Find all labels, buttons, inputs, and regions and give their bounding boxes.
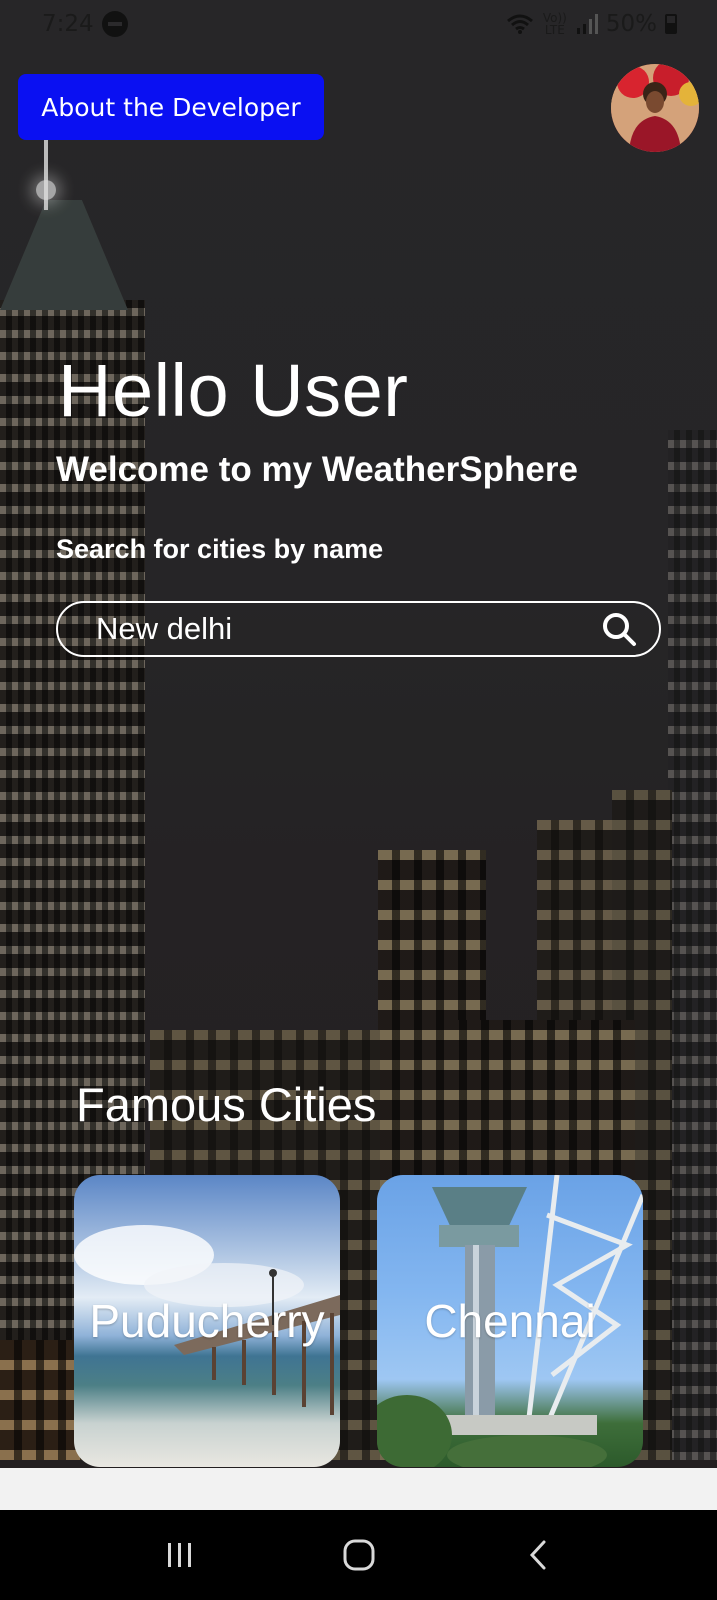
- signal-icon: [576, 14, 598, 34]
- do-not-disturb-icon: [101, 11, 128, 37]
- battery-icon: [665, 14, 677, 34]
- developer-avatar[interactable]: [611, 64, 699, 152]
- city-card-chennai[interactable]: Chennai: [377, 1175, 643, 1467]
- welcome-subheading: Welcome to my WeatherSphere: [56, 450, 578, 489]
- search-icon[interactable]: [601, 611, 637, 647]
- city-card-puducherry[interactable]: Puducherry: [74, 1175, 340, 1467]
- city-name-puducherry: Puducherry: [89, 1295, 325, 1347]
- battery-percent: 50%: [605, 11, 657, 37]
- city-name-chennai: Chennai: [424, 1295, 596, 1347]
- status-left: 7:24: [42, 11, 128, 37]
- greeting-heading: Hello User: [58, 349, 409, 432]
- search-label: Search for cities by name: [56, 534, 384, 564]
- status-bar: 7:24 Vo)) LTE 50%: [0, 0, 717, 48]
- search-input[interactable]: [96, 611, 601, 647]
- recents-icon: [167, 1543, 191, 1567]
- system-navigation-bar: [0, 1510, 717, 1600]
- status-time: 7:24: [42, 11, 94, 37]
- bottom-strip: [0, 1468, 717, 1510]
- famous-cities-heading: Famous Cities: [76, 1078, 377, 1131]
- back-icon: [529, 1540, 545, 1570]
- status-right: Vo)) LTE 50%: [506, 11, 677, 37]
- home-button[interactable]: [329, 1525, 389, 1585]
- about-developer-button[interactable]: About the Developer: [18, 74, 324, 140]
- volte-indicator: Vo)) LTE: [542, 11, 567, 37]
- home-icon: [343, 1539, 374, 1571]
- wifi-icon: [506, 14, 533, 34]
- search-box: [56, 601, 661, 657]
- back-button[interactable]: [508, 1525, 568, 1585]
- recents-button[interactable]: [150, 1525, 210, 1585]
